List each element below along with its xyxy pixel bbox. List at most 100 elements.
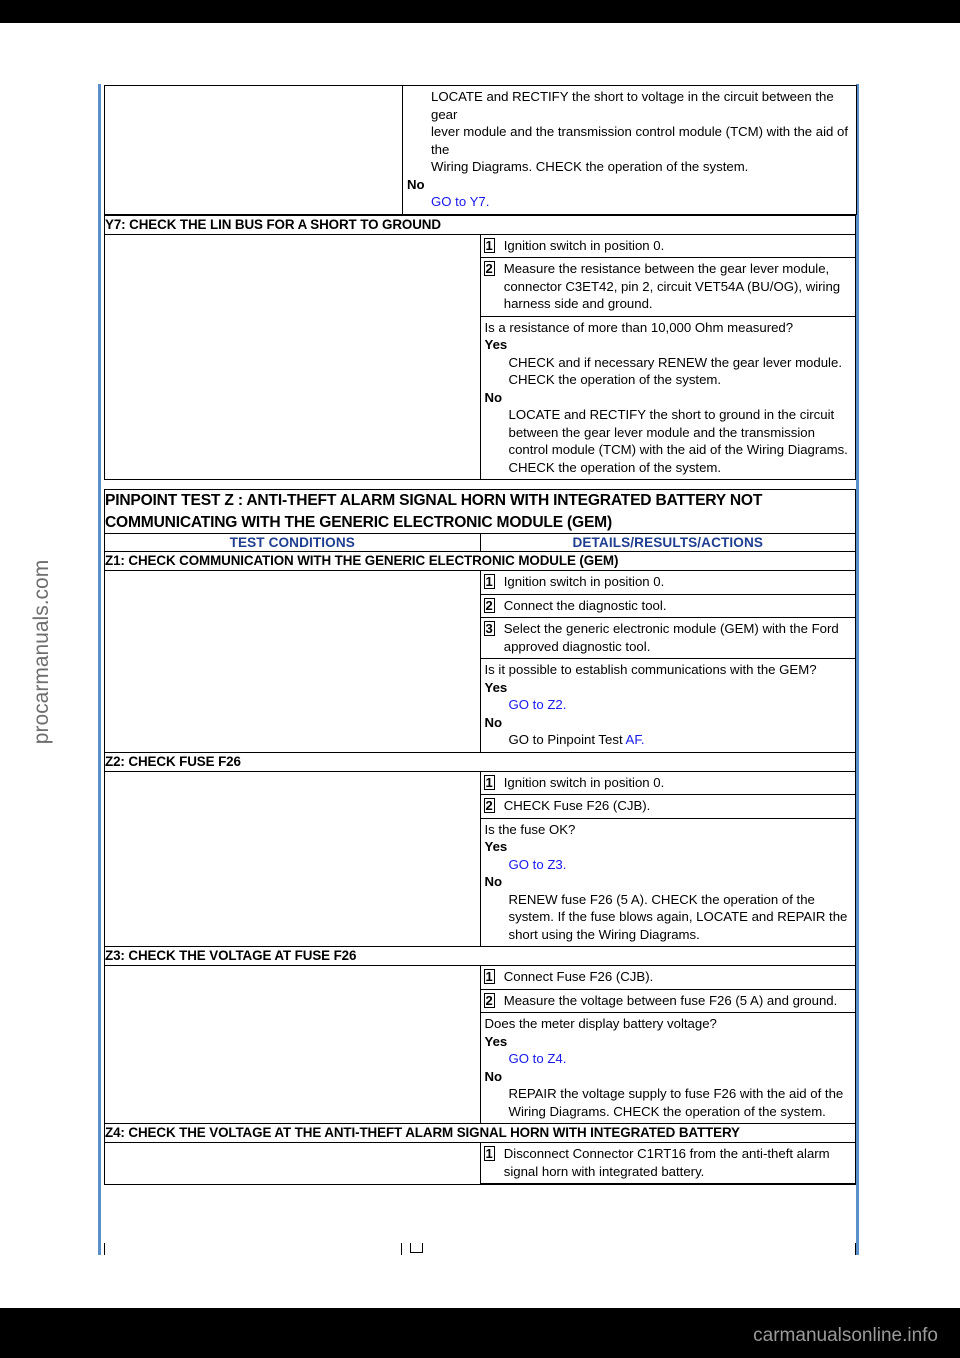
table-row: 1 Ignition switch in position 0. 2 Measu… [104,233,856,480]
test-conditions-cell [104,570,481,753]
column-header-details-results-actions: DETAILS/RESULTS/ACTIONS [479,533,856,552]
step-item: 1 Disconnect Connector C1RT16 from the a… [480,1143,855,1184]
clipped-column-divider [401,1243,402,1255]
z2-title: Z2: CHECK FUSE F26 [104,751,856,772]
step-item: 2 Measure the resistance between the gea… [480,258,855,317]
no-action: RENEW fuse F26 (5 A). CHECK the operatio… [508,891,848,942]
site-watermark: procarmanuals.com [30,559,53,745]
no-label: No [484,389,503,405]
step-item: 1 Ignition switch in position 0. [480,772,855,795]
step-item: 1 Connect Fuse F26 (CJB). [480,966,855,990]
no-label: No [484,874,503,889]
clipped-row-borders [104,1243,856,1255]
section-title-row: Z3: CHECK THE VOLTAGE AT FUSE F26 [104,946,856,966]
details-results-actions-cell: LOCATE and RECTIFY the short to voltage … [402,85,857,215]
y7-table: Y7: CHECK THE LIN BUS FOR A SHORT TO GRO… [104,214,856,481]
no-label: No [484,714,503,730]
answer-block: LOCATE and RECTIFY the short to voltage … [403,86,856,214]
step-text: Select the generic electronic module (GE… [503,621,839,654]
step-item: 2 CHECK Fuse F26 (CJB). [480,795,855,819]
step-text: CHECK Fuse F26 (CJB). [503,798,651,813]
yes-action: GO to Z4. [485,1050,851,1068]
step-number: 2 [483,992,495,1008]
goto-z3-link[interactable]: GO to Z3. [509,857,567,872]
no-action-prefix: GO to Pinpoint Test [508,732,626,747]
table-row: LOCATE and RECTIFY the short to voltage … [104,85,857,215]
question-text: Is it possible to establish communicatio… [484,662,817,677]
step-text: Ignition switch in position 0. [503,574,665,589]
y7-title: Y7: CHECK THE LIN BUS FOR A SHORT TO GRO… [104,214,856,235]
step-item: 2 Connect the diagnostic tool. [480,595,855,618]
z1-title: Z1: CHECK COMMUNICATION WITH THE GENERIC… [104,551,856,571]
no-action: LOCATE and RECTIFY the short to ground i… [508,407,848,475]
column-header-test-conditions: TEST CONDITIONS [104,533,481,552]
details-results-actions-cell: 1 Disconnect Connector C1RT16 from the a… [479,1142,856,1185]
yes-action: CHECK and if necessary RENEW the gear le… [508,354,843,388]
no-label: No [407,176,425,192]
goto-y7-link[interactable]: GO to Y7. [431,194,489,209]
section-title-row: Z4: CHECK THE VOLTAGE AT THE ANTI-THEFT … [104,1123,856,1143]
step-number: 2 [483,261,495,276]
table-row: 1 Ignition switch in position 0. 2 Conne… [104,570,856,753]
yes-label: Yes [484,839,508,854]
step-item: 3 Select the generic electronic module (… [480,618,855,659]
step-number: 1 [483,774,495,790]
step-number: 2 [483,597,495,613]
section-title-row: Z1: CHECK COMMUNICATION WITH THE GENERIC… [104,551,856,571]
top-black-bar [0,0,960,23]
bottom-black-bar: carmanualsonline.info [0,1308,960,1358]
details-results-actions-cell: 1 Ignition switch in position 0. 2 Measu… [479,233,856,480]
step-number: 1 [483,574,495,589]
z3-title: Z3: CHECK THE VOLTAGE AT FUSE F26 [104,946,856,966]
clipped-step-number-box [410,1243,423,1253]
yes-action: GO to Z2. [485,696,851,714]
step-text: Connect Fuse F26 (CJB). [503,969,654,984]
question-text: Is the fuse OK? [484,821,576,837]
pinpoint-test-title: PINPOINT TEST Z : ANTI-THEFT ALARM SIGNA… [104,489,856,534]
details-results-actions-cell: 1 Ignition switch in position 0. 2 CHECK… [479,770,856,947]
step-text: Ignition switch in position 0. [503,237,665,253]
pinpoint-test-z-table: PINPOINT TEST Z : ANTI-THEFT ALARM SIGNA… [104,489,856,1185]
clipped-row-stub [104,1243,856,1255]
details-results-actions-cell: 1 Connect Fuse F26 (CJB). 2 Measure the … [479,965,856,1124]
page-edge-right [856,84,859,1255]
question-text: Is a resistance of more than 10,000 Ohm … [484,319,794,335]
table-row: 1 Disconnect Connector C1RT16 from the a… [104,1142,856,1185]
question-answer-block: Is it possible to establish communicatio… [481,659,856,752]
yes-label: Yes [484,337,508,352]
yes-label: Yes [484,679,508,695]
test-conditions-cell [104,770,481,947]
goto-pinpoint-af-link[interactable]: AF. [626,732,645,747]
step-number: 1 [483,237,495,253]
test-conditions-cell [104,85,403,215]
no-action-line-3: Wiring Diagrams. CHECK the operation of … [431,159,749,174]
section-title-row: Z2: CHECK FUSE F26 [104,751,856,772]
no-action: GO to Pinpoint Test AF. [485,731,851,749]
question-answer-block: Is a resistance of more than 10,000 Ohm … [481,317,856,480]
goto-z2-link[interactable]: GO to Z2. [509,697,567,712]
no-action-line-1: LOCATE and RECTIFY the short to voltage … [431,89,834,122]
table-row: 1 Ignition switch in position 0. 2 CHECK… [104,770,856,947]
step-item: 2 Measure the voltage between fuse F26 (… [480,990,855,1013]
step-text: Ignition switch in position 0. [503,774,665,790]
page-edge-left [98,84,101,1255]
table-row: 1 Connect Fuse F26 (CJB). 2 Measure the … [104,965,856,1124]
goto-link-wrap: GO to Y7. [407,193,851,211]
question-answer-block: Does the meter display battery voltage? … [481,1013,856,1123]
no-action-line-2: lever module and the transmission contro… [431,124,849,157]
test-conditions-cell [104,1142,481,1185]
section-title-row: Y7: CHECK THE LIN BUS FOR A SHORT TO GRO… [104,214,856,235]
step-text: Measure the voltage between fuse F26 (5 … [503,992,838,1008]
step-number: 3 [483,621,495,636]
goto-z4-link[interactable]: GO to Z4. [509,1051,567,1066]
z4-title: Z4: CHECK THE VOLTAGE AT THE ANTI-THEFT … [104,1123,856,1143]
step-number: 2 [483,798,495,813]
no-action: REPAIR the voltage supply to fuse F26 wi… [508,1086,844,1119]
question-answer-block: Is the fuse OK? Yes GO to Z3. No RENEW f… [481,819,856,947]
test-conditions-cell [104,233,481,480]
no-label: No [484,1068,503,1084]
continued-block-table: LOCATE and RECTIFY the short to voltage … [104,85,857,215]
details-results-actions-cell: 1 Ignition switch in position 0. 2 Conne… [479,570,856,753]
column-header-row: TEST CONDITIONS DETAILS/RESULTS/ACTIONS [104,533,856,552]
test-conditions-cell [104,965,481,1124]
